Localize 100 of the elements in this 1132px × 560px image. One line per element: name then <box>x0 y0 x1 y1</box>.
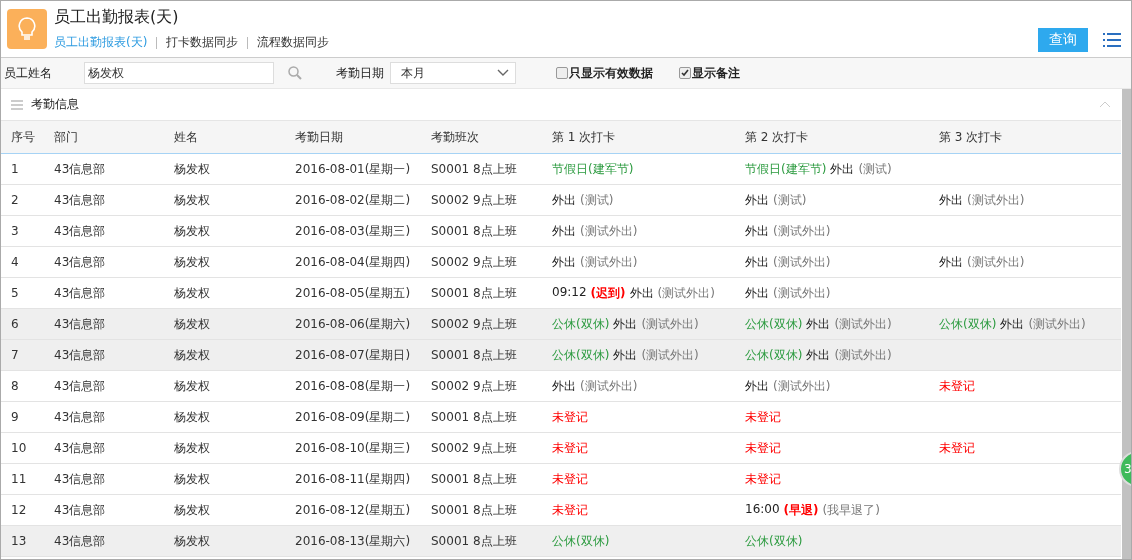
punch-text: 公休(双休) <box>552 346 610 364</box>
field-label: 员工姓名 <box>4 64 52 82</box>
punch-text: 16:00 <box>745 501 780 518</box>
punch-text: (测试) <box>858 160 892 178</box>
table-cell-text: S0002 9点上班 <box>431 377 518 395</box>
column-header: 第 3 次打卡 <box>939 128 1004 146</box>
punch-text: 外出 <box>745 191 769 209</box>
punch-text: 外出 <box>939 191 963 209</box>
punch-text: 公休(双休) <box>939 315 997 333</box>
punch-text: 未登记 <box>745 408 781 426</box>
punch-text: (测试外出) <box>967 191 1025 209</box>
punch-text: 外出 <box>745 222 769 240</box>
punch-text: 外出 <box>806 346 831 364</box>
table-cell-text: 10 <box>11 441 28 455</box>
table-cell-text: 杨发权 <box>174 346 211 364</box>
punch-text: 外出 <box>1000 315 1025 333</box>
punch-text: (我早退了) <box>822 501 880 519</box>
table-cell-text: 2016-08-02(星期二) <box>295 191 412 209</box>
table-cell-text: 杨发权 <box>174 284 211 302</box>
punch-text: 未登记 <box>552 470 588 488</box>
punch-text: (测试外出) <box>580 377 638 395</box>
punch-text: 节假日(建军节) <box>745 160 827 178</box>
punch-text: (测试外出) <box>834 346 892 364</box>
checkbox[interactable] <box>679 67 691 79</box>
punch-text: 外出 <box>552 377 576 395</box>
punch-text: 未登记 <box>552 408 588 426</box>
punch-text: 外出 <box>552 191 576 209</box>
chevron-down-icon[interactable] <box>497 69 509 77</box>
scrollbar[interactable] <box>1122 89 1131 559</box>
table-cell-text: 8 <box>11 379 20 393</box>
date-select[interactable]: 本月 <box>390 62 516 84</box>
table-cell-text: 9 <box>11 410 20 424</box>
table-cell-text: 杨发权 <box>174 253 211 271</box>
table-cell-text: 2016-08-11(星期四) <box>295 470 412 488</box>
punch-text: (测试外出) <box>773 377 831 395</box>
list-icon <box>11 99 23 110</box>
punch-text: 公休(双休) <box>745 315 803 333</box>
table-cell-text: S0002 9点上班 <box>431 315 518 333</box>
table-cell-text: 杨发权 <box>174 377 211 395</box>
punch-text: 未登记 <box>552 439 588 457</box>
lightbulb-logo-icon <box>7 9 47 49</box>
field-label: 考勤日期 <box>336 64 384 82</box>
punch-text: 外出 <box>613 346 638 364</box>
table-cell-text: 2 <box>11 193 20 207</box>
checkbox[interactable] <box>556 67 568 79</box>
punch-text: 09:12 <box>552 284 587 301</box>
column-header: 序号 <box>11 128 36 146</box>
table-cell-text: 43信息部 <box>54 222 107 240</box>
table-cell-text: 2016-08-05(星期五) <box>295 284 412 302</box>
table-cell-text: S0002 9点上班 <box>431 191 518 209</box>
table-cell-text: S0001 8点上班 <box>431 346 518 364</box>
table-cell-text: 12 <box>11 503 28 517</box>
punch-text: 节假日(建军节) <box>552 160 634 178</box>
nav-link[interactable]: 打卡数据同步 <box>166 34 239 51</box>
menu-icon[interactable] <box>1103 32 1121 48</box>
name-input-field[interactable]: 杨发权 <box>84 62 274 84</box>
punch-text: 外出 <box>552 222 576 240</box>
table-cell-text: S0002 9点上班 <box>431 439 518 457</box>
collapse-icon[interactable] <box>1099 101 1111 108</box>
table-cell-text: 43信息部 <box>54 501 107 519</box>
table-cell-text: 杨发权 <box>174 315 211 333</box>
column-header: 第 1 次打卡 <box>552 128 617 146</box>
punch-text: (早退) <box>783 501 819 519</box>
table-cell-text: 2016-08-07(星期日) <box>295 346 412 364</box>
punch-text: (测试外出) <box>773 284 831 302</box>
checkbox-option[interactable]: 只显示有效数据 <box>556 64 653 82</box>
table-cell-text: S0001 8点上班 <box>431 532 518 550</box>
search-icon[interactable] <box>288 66 302 80</box>
table-cell-text: 杨发权 <box>174 470 211 488</box>
table-cell-text: 2016-08-12(星期五) <box>295 501 412 519</box>
table-cell-text: 43信息部 <box>54 377 107 395</box>
section-title: 考勤信息 <box>31 96 80 113</box>
checkbox-option[interactable]: 显示备注 <box>679 64 740 82</box>
punch-text: 外出 <box>830 160 855 178</box>
table-cell-text: 2016-08-06(星期六) <box>295 315 412 333</box>
table-cell-text: 2016-08-10(星期三) <box>295 439 412 457</box>
punch-text: (测试外出) <box>641 315 699 333</box>
table-cell-text: 43信息部 <box>54 160 107 178</box>
punch-text: (测试外出) <box>967 253 1025 271</box>
table-cell-text: S0001 8点上班 <box>431 284 518 302</box>
table-cell-text: S0001 8点上班 <box>431 408 518 426</box>
table-cell-text: 6 <box>11 317 20 331</box>
punch-text: (测试外出) <box>580 253 638 271</box>
punch-text: (测试外出) <box>580 222 638 240</box>
table-cell-text: S0001 8点上班 <box>431 160 518 178</box>
table-cell-text: 13 <box>11 534 28 548</box>
table-cell-text: 杨发权 <box>174 532 211 550</box>
table-cell-text: S0001 8点上班 <box>431 470 518 488</box>
punch-text: 外出 <box>613 315 638 333</box>
table-cell-text: 2016-08-08(星期一) <box>295 377 412 395</box>
table-cell-text: 1 <box>11 162 20 176</box>
punch-text: (迟到) <box>590 284 626 302</box>
column-header: 考勤日期 <box>295 128 344 146</box>
table-cell-text: 2016-08-01(星期一) <box>295 160 412 178</box>
table-cell-text: 43信息部 <box>54 408 107 426</box>
punch-text: 外出 <box>745 377 769 395</box>
punch-text: 公休(双休) <box>552 532 610 550</box>
table-cell-text: 43信息部 <box>54 284 107 302</box>
table-cell-text: 43信息部 <box>54 532 107 550</box>
nav-link[interactable]: 流程数据同步 <box>257 34 330 51</box>
